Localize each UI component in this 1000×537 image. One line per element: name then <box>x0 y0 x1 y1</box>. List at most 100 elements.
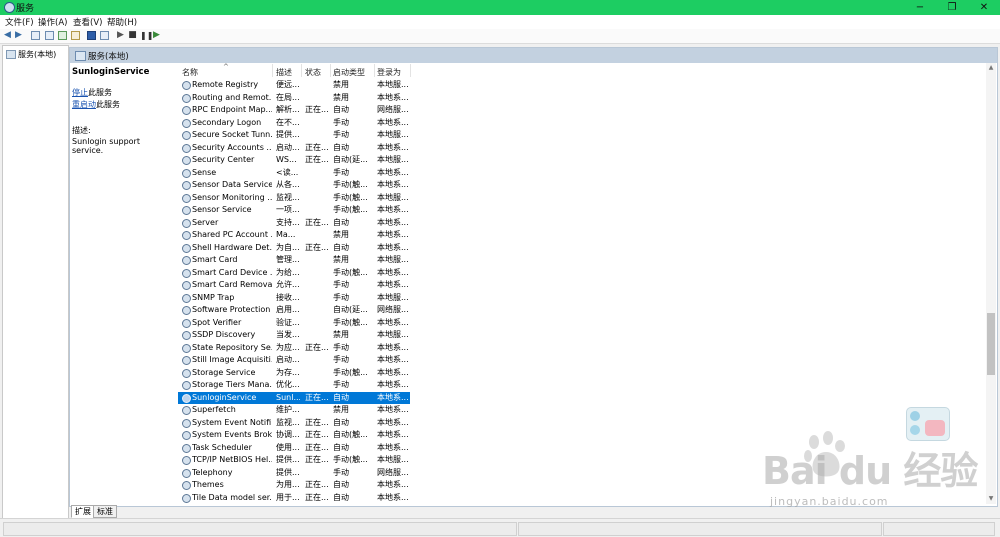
cell-log-on-as: 本地系... <box>377 205 409 214</box>
stop-service-link[interactable]: 停止 <box>72 88 88 97</box>
service-gear-icon <box>182 493 191 503</box>
stop-icon[interactable]: ■ <box>128 31 137 40</box>
table-row[interactable]: Server 支持... 正在... 自动 本地系... <box>178 217 410 230</box>
cell-description: 验证... <box>276 317 300 327</box>
column-divider[interactable] <box>410 64 411 77</box>
column-divider[interactable] <box>330 64 331 77</box>
table-row[interactable]: Spot Verifier 验证... 手动(触... 本地系... <box>178 317 410 330</box>
table-row[interactable]: System Event Notifi... 监视... 正在... 自动 本地系... <box>178 417 410 430</box>
table-row[interactable]: Remote Registry 便远... 禁用 本地服... <box>178 79 410 92</box>
scroll-up-icon[interactable]: ▲ <box>987 64 995 72</box>
pane-header: 服务(本地) <box>70 48 997 63</box>
table-row[interactable]: Sense <读... 手动 本地系... <box>178 167 410 180</box>
column-divider[interactable] <box>374 64 375 77</box>
services-icon <box>75 51 86 61</box>
table-row[interactable]: Smart Card Remova... 允许... 手动 本地系... <box>178 279 410 292</box>
table-row[interactable]: Smart Card Device ... 为给... 手动(触... 本地系... <box>178 267 410 280</box>
cell-description: 用于... <box>276 492 300 502</box>
services-icon <box>6 50 16 59</box>
cell-log-on-as: 本地系... <box>377 367 409 377</box>
service-gear-icon <box>182 293 191 303</box>
cell-name: Remote Registry <box>192 80 259 89</box>
table-row[interactable]: Task Scheduler 使用... 正在... 自动 本地系... <box>178 442 410 455</box>
export-list-icon[interactable] <box>71 31 80 40</box>
cell-log-on-as: 本地服... <box>377 80 409 89</box>
tab-standard[interactable]: 标准 <box>93 505 117 518</box>
table-row[interactable]: Smart Card 管理... 禁用 本地服... <box>178 254 410 267</box>
table-row[interactable]: Telephony 提供... 手动 网络服... <box>178 467 410 480</box>
restart-icon[interactable]: ▶ <box>152 31 161 40</box>
close-button[interactable]: ✕ <box>974 1 994 14</box>
table-row[interactable]: Still Image Acquisiti... 启动... 手动 本地系... <box>178 354 410 367</box>
table-row[interactable]: Secure Socket Tunn... 提供... 手动 本地服... <box>178 129 410 142</box>
cell-description: 允许... <box>276 280 300 289</box>
cell-startup-type: 自动(延... <box>333 305 368 314</box>
back-icon[interactable]: ◀ <box>3 31 12 40</box>
menu-help[interactable]: 帮助(H) <box>107 16 137 28</box>
forward-icon[interactable]: ▶ <box>14 31 23 40</box>
cell-description: 启动... <box>276 355 300 364</box>
refresh-icon[interactable] <box>58 31 67 40</box>
cell-name: Secure Socket Tunn... <box>192 130 272 139</box>
scrollbar-thumb[interactable] <box>987 313 995 375</box>
scroll-down-icon[interactable]: ▼ <box>987 495 995 503</box>
column-header-status[interactable]: 状态 <box>305 67 321 78</box>
minimize-button[interactable]: − <box>910 1 930 14</box>
table-row[interactable]: System Events Broker 协调... 正在... 自动(触... 本地系… <box>178 429 410 442</box>
description-text: Sunlogin support service. <box>72 137 140 155</box>
table-row[interactable]: Security Accounts ... 启动... 正在... 自动 本地系... <box>178 142 410 155</box>
table-row[interactable]: SunloginService Sunl... 正在... 自动 本地系... <box>178 391 410 404</box>
table-row[interactable]: Storage Service 为存... 手动(触... 本地系... <box>178 367 410 380</box>
table-row[interactable]: Sensor Service 一项... 手动(触... 本地系... <box>178 204 410 217</box>
view-icon[interactable] <box>100 31 109 40</box>
restore-button[interactable]: ❐ <box>942 1 962 14</box>
cell-description: 从各... <box>276 180 300 189</box>
cell-startup-type: 禁用 <box>333 92 349 102</box>
table-row[interactable]: Sensor Monitoring ... 监视... 手动(触... 本地服... <box>178 192 410 205</box>
column-divider[interactable] <box>301 64 302 77</box>
menu-bar: 文件(F) 操作(A) 查看(V) 帮助(H) <box>0 15 1000 30</box>
table-row[interactable]: Software Protection 启用... 自动(延... 网络服... <box>178 304 410 317</box>
table-row[interactable]: Security Center WS... 正在... 自动(延... 本地服... <box>178 154 410 167</box>
cell-log-on-as: 本地系... <box>377 280 409 289</box>
menu-action[interactable]: 操作(A) <box>38 16 67 28</box>
tree-item-local-services[interactable]: 服务(本地) <box>6 49 56 60</box>
vertical-scrollbar[interactable]: ▲ ▼ <box>986 63 996 504</box>
column-header-name[interactable]: 名称 <box>182 67 198 78</box>
table-row[interactable]: Routing and Remot... 在局... 禁用 本地系... <box>178 92 410 105</box>
table-row[interactable]: Storage Tiers Mana... 优化... 手动 本地系... <box>178 379 410 392</box>
service-gear-icon <box>182 381 191 390</box>
properties-icon[interactable] <box>45 31 54 40</box>
table-row[interactable]: Sensor Data Service 从各... 手动(触... 本地系... <box>178 179 410 192</box>
table-row[interactable]: Tile Data model ser... 用于... 正在... 自动 本地系... <box>178 492 410 505</box>
menu-file[interactable]: 文件(F) <box>5 16 34 28</box>
menu-view[interactable]: 查看(V) <box>73 16 102 28</box>
cell-startup-type: 手动(触... <box>333 192 368 202</box>
cell-name: Smart Card <box>192 255 238 264</box>
table-row[interactable]: State Repository Se... 为应... 正在... 手动 本地系... <box>178 342 410 355</box>
cell-startup-type: 手动 <box>333 380 349 389</box>
help-icon[interactable] <box>87 31 96 40</box>
column-header-log-on-as[interactable]: 登录为 <box>377 67 401 78</box>
service-gear-icon <box>182 231 191 240</box>
pause-icon[interactable]: ❚❚ <box>140 31 153 40</box>
table-row[interactable]: TCP/IP NetBIOS Hel... 提供... 正在... 手动(触... 本地… <box>178 454 410 467</box>
column-header-description[interactable]: 描述 <box>276 67 292 78</box>
table-row[interactable]: Secondary Logon 在不... 手动 本地系... <box>178 117 410 130</box>
table-row[interactable]: SNMP Trap 接收... 手动 本地服... <box>178 292 410 305</box>
table-row[interactable]: RPC Endpoint Map... 解析... 正在... 自动 网络服... <box>178 104 410 117</box>
table-row[interactable]: Superfetch 维护... 禁用 本地系... <box>178 404 410 417</box>
cell-startup-type: 手动 <box>333 280 349 289</box>
cell-log-on-as: 本地系... <box>377 267 409 277</box>
table-row[interactable]: Themes 为用... 正在... 自动 本地系... <box>178 479 410 492</box>
table-row[interactable]: Shell Hardware Det... 为自... 正在... 自动 本地系... <box>178 242 410 255</box>
start-icon[interactable]: ▶ <box>116 31 125 40</box>
cell-name: Sense <box>192 167 217 177</box>
restart-service-link[interactable]: 重启动 <box>72 100 96 109</box>
column-header-startup-type[interactable]: 启动类型 <box>333 67 365 78</box>
console-tree-icon[interactable] <box>31 31 40 40</box>
column-divider[interactable] <box>272 64 273 77</box>
table-row[interactable]: Shared PC Account ... Ma... 禁用 本地系... <box>178 229 410 242</box>
table-row[interactable]: SSDP Discovery 当发... 禁用 本地服... <box>178 329 410 342</box>
tab-extended[interactable]: 扩展 <box>71 505 95 518</box>
